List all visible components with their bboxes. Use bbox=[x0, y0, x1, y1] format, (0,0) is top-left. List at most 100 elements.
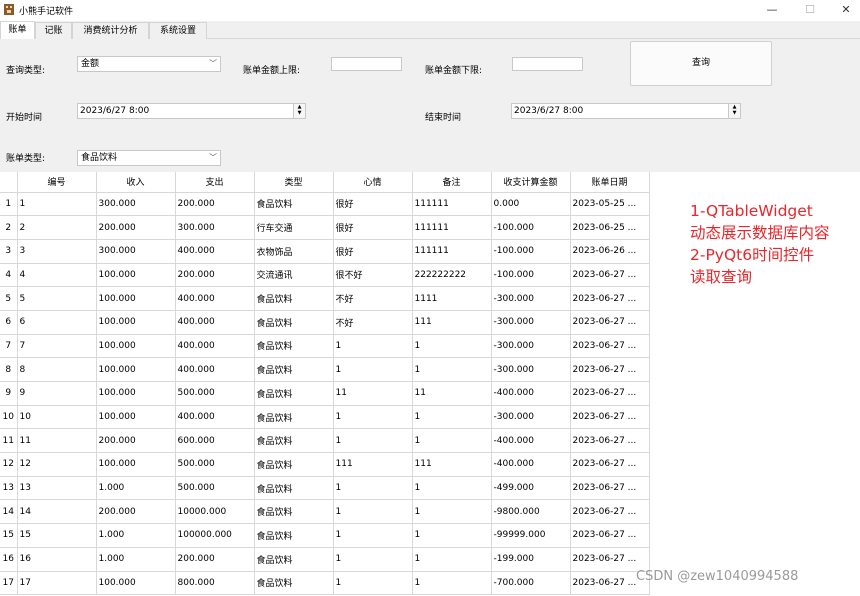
column-header[interactable]: 编号 bbox=[17, 172, 97, 193]
table-cell[interactable]: 不好 bbox=[333, 286, 413, 311]
table-cell[interactable]: 1 bbox=[333, 476, 413, 501]
table-cell[interactable]: 1 bbox=[333, 357, 413, 382]
row-header[interactable]: 12 bbox=[0, 452, 18, 477]
bill-table[interactable]: 编号 收入 支出 类型 心情 备注 收支计算金额 账单日期 1 1 300.000 2… bbox=[0, 172, 650, 596]
table-row[interactable]: 4 4 100.000 200.000 交流通讯 很不好 222222222 -100.000… bbox=[0, 263, 650, 288]
table-cell[interactable]: 1 bbox=[412, 476, 492, 501]
table-row[interactable]: 11 11 200.000 600.000 食品饮料 1 1 -400.000 2023-06-… bbox=[0, 428, 650, 454]
table-cell[interactable]: 300.000 bbox=[96, 239, 176, 264]
table-cell[interactable]: 400.000 bbox=[175, 286, 255, 311]
tab-statistics[interactable]: 消费统计分析 bbox=[72, 22, 149, 39]
table-cell[interactable]: 111 bbox=[333, 452, 413, 477]
table-cell[interactable]: -9800.000 bbox=[491, 499, 571, 525]
table-cell[interactable]: 6 bbox=[17, 310, 97, 335]
row-header[interactable]: 2 bbox=[0, 215, 18, 240]
row-header[interactable]: 5 bbox=[0, 286, 18, 311]
table-cell[interactable]: -300.000 bbox=[491, 334, 571, 359]
table-cell[interactable]: 2023-06-27 ... bbox=[570, 357, 650, 382]
row-header[interactable]: 17 bbox=[0, 571, 18, 596]
table-cell[interactable]: 1 bbox=[333, 499, 413, 525]
table-cell[interactable]: -100.000 bbox=[491, 263, 571, 288]
table-cell[interactable]: 2023-06-27 ... bbox=[570, 405, 650, 430]
row-header[interactable]: 1 bbox=[0, 192, 18, 217]
end-time-edit[interactable]: 2023/6/27 8:00 ▲ ▼ bbox=[511, 103, 741, 119]
row-header[interactable]: 11 bbox=[0, 428, 18, 454]
table-cell[interactable]: 200.000 bbox=[175, 263, 255, 288]
table-cell[interactable]: 1.000 bbox=[96, 523, 176, 548]
table-cell[interactable]: 11 bbox=[17, 428, 97, 454]
table-cell[interactable]: 12 bbox=[17, 452, 97, 477]
row-header[interactable]: 7 bbox=[0, 334, 18, 359]
table-cell[interactable]: 1.000 bbox=[96, 476, 176, 501]
start-time-edit[interactable]: 2023/6/27 8:00 ▲ ▼ bbox=[77, 103, 306, 119]
table-row[interactable]: 2 2 200.000 300.000 行车交通 很好 111111 -100.000 2023… bbox=[0, 215, 650, 240]
table-cell[interactable]: 0.000 bbox=[491, 192, 571, 217]
table-cell[interactable]: 1 bbox=[333, 334, 413, 359]
table-cell[interactable]: 行车交通 bbox=[254, 215, 334, 240]
table-cell[interactable]: 3 bbox=[17, 239, 97, 264]
table-cell[interactable]: 5 bbox=[17, 286, 97, 311]
table-cell[interactable]: 500.000 bbox=[175, 381, 255, 406]
table-cell[interactable]: 衣物饰品 bbox=[254, 239, 334, 264]
table-cell[interactable]: 600.000 bbox=[175, 428, 255, 454]
table-cell[interactable]: 1.000 bbox=[96, 547, 176, 572]
table-cell[interactable]: 食品饮料 bbox=[254, 452, 334, 477]
table-cell[interactable]: 1 bbox=[412, 405, 492, 430]
table-cell[interactable]: 100.000 bbox=[96, 286, 176, 311]
close-button[interactable]: ✕ bbox=[826, 0, 860, 20]
table-cell[interactable]: 食品饮料 bbox=[254, 523, 334, 548]
table-row[interactable]: 12 12 100.000 500.000 食品饮料 111 111 -400.000 2023… bbox=[0, 452, 650, 477]
table-row[interactable]: 3 3 300.000 400.000 衣物饰品 很好 111111 -100.000 2023… bbox=[0, 239, 650, 264]
table-cell[interactable]: 食品饮料 bbox=[254, 476, 334, 501]
table-cell[interactable]: 16 bbox=[17, 547, 97, 572]
table-cell[interactable]: -400.000 bbox=[491, 428, 571, 454]
table-cell[interactable]: -400.000 bbox=[491, 452, 571, 477]
table-cell[interactable]: -300.000 bbox=[491, 310, 571, 335]
table-row[interactable]: 15 15 1.000 100000.000 食品饮料 1 1 -99999.000 2023-… bbox=[0, 523, 650, 548]
table-cell[interactable]: 2023-06-27 ... bbox=[570, 263, 650, 288]
table-cell[interactable]: 100000.000 bbox=[175, 523, 255, 548]
table-cell[interactable]: 8 bbox=[17, 357, 97, 382]
table-cell[interactable]: 1 bbox=[333, 547, 413, 572]
table-cell[interactable]: 2023-06-27 ... bbox=[570, 334, 650, 359]
table-cell[interactable]: 200.000 bbox=[96, 428, 176, 454]
table-cell[interactable]: 2023-06-27 ... bbox=[570, 452, 650, 477]
table-cell[interactable]: 200.000 bbox=[175, 192, 255, 217]
table-cell[interactable]: 1 bbox=[412, 357, 492, 382]
table-cell[interactable]: -100.000 bbox=[491, 239, 571, 264]
table-cell[interactable]: 食品饮料 bbox=[254, 547, 334, 572]
table-cell[interactable]: 2023-06-27 ... bbox=[570, 381, 650, 406]
table-cell[interactable]: 7 bbox=[17, 334, 97, 359]
table-cell[interactable]: 食品饮料 bbox=[254, 192, 334, 217]
table-cell[interactable]: 222222222 bbox=[412, 263, 492, 288]
table-cell[interactable]: 100.000 bbox=[96, 571, 176, 596]
table-cell[interactable]: 1 bbox=[412, 334, 492, 359]
table-cell[interactable]: 100.000 bbox=[96, 357, 176, 382]
table-cell[interactable]: 2023-06-27 ... bbox=[570, 428, 650, 454]
table-cell[interactable]: -300.000 bbox=[491, 405, 571, 430]
table-cell[interactable]: 食品饮料 bbox=[254, 571, 334, 596]
table-cell[interactable]: 1111 bbox=[412, 286, 492, 311]
table-row[interactable]: 10 10 100.000 400.000 食品饮料 1 1 -300.000 2023-06-… bbox=[0, 405, 650, 430]
table-row[interactable]: 7 7 100.000 400.000 食品饮料 1 1 -300.000 2023-06-27… bbox=[0, 334, 650, 359]
table-cell[interactable]: -99999.000 bbox=[491, 523, 571, 548]
column-header[interactable]: 账单日期 bbox=[570, 172, 650, 193]
table-cell[interactable]: -499.000 bbox=[491, 476, 571, 501]
table-cell[interactable]: 14 bbox=[17, 499, 97, 525]
query-type-combo[interactable]: 金额 ﹀ bbox=[77, 56, 221, 72]
column-header[interactable]: 心情 bbox=[333, 172, 413, 193]
amount-upper-input[interactable] bbox=[331, 57, 402, 71]
row-header[interactable]: 3 bbox=[0, 239, 18, 264]
table-cell[interactable]: -199.000 bbox=[491, 547, 571, 572]
table-cell[interactable]: 1 bbox=[412, 571, 492, 596]
row-header[interactable]: 14 bbox=[0, 499, 18, 525]
table-cell[interactable]: 13 bbox=[17, 476, 97, 501]
table-cell[interactable]: 11 bbox=[412, 381, 492, 406]
table-cell[interactable]: 100.000 bbox=[96, 334, 176, 359]
table-cell[interactable]: 1 bbox=[17, 192, 97, 217]
row-header[interactable]: 16 bbox=[0, 547, 18, 572]
column-header[interactable]: 备注 bbox=[412, 172, 492, 193]
table-cell[interactable]: -700.000 bbox=[491, 571, 571, 596]
table-cell[interactable]: 食品饮料 bbox=[254, 286, 334, 311]
query-button[interactable]: 查询 bbox=[630, 41, 772, 86]
